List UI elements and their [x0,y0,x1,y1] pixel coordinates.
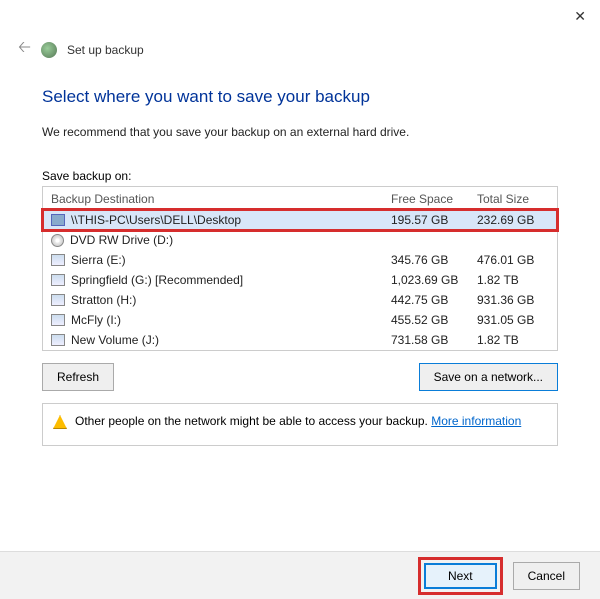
back-arrow-icon[interactable]: 🡠 [18,36,31,63]
window-title: Set up backup [67,43,144,57]
list-item[interactable]: Stratton (H:)442.75 GB931.36 GB [43,290,557,310]
row-name: DVD RW Drive (D:) [70,233,391,247]
footer-bar: Next Cancel [0,551,600,599]
disc-icon [51,234,64,247]
drive-icon [51,334,65,346]
row-name: Sierra (E:) [71,253,391,267]
list-item[interactable]: McFly (I:)455.52 GB931.05 GB [43,310,557,330]
row-total: 1.82 TB [477,273,549,287]
row-name: New Volume (J:) [71,333,391,347]
destination-list: Backup Destination Free Space Total Size… [42,186,558,351]
next-highlight: Next [418,557,503,595]
refresh-button[interactable]: Refresh [42,363,114,391]
close-icon[interactable]: ✕ [574,8,586,25]
col-name[interactable]: Backup Destination [51,192,391,206]
row-free: 195.57 GB [391,213,477,227]
more-info-link[interactable]: More information [431,414,521,428]
list-item[interactable]: \\THIS-PC\Users\DELL\Desktop195.57 GB232… [43,210,557,230]
row-free: 455.52 GB [391,313,477,327]
row-total: 476.01 GB [477,253,549,267]
header-bar: 🡠 Set up backup [0,0,600,71]
row-total: 232.69 GB [477,213,549,227]
save-on-network-button[interactable]: Save on a network... [419,363,558,391]
row-free: 345.76 GB [391,253,477,267]
row-name: Springfield (G:) [Recommended] [71,273,391,287]
page-heading: Select where you want to save your backu… [42,87,558,107]
drive-icon [51,274,65,286]
drive-icon [51,254,65,266]
list-item[interactable]: New Volume (J:)731.58 GB1.82 TB [43,330,557,350]
row-name: McFly (I:) [71,313,391,327]
list-item[interactable]: Springfield (G:) [Recommended]1,023.69 G… [43,270,557,290]
row-total: 931.36 GB [477,293,549,307]
row-name: Stratton (H:) [71,293,391,307]
computer-icon [51,214,65,226]
col-total[interactable]: Total Size [477,192,549,206]
warning-icon [53,415,67,429]
next-button[interactable]: Next [424,563,497,589]
warning-box: Other people on the network might be abl… [42,403,558,446]
row-total: 1.82 TB [477,333,549,347]
list-item[interactable]: DVD RW Drive (D:) [43,230,557,250]
save-on-label: Save backup on: [42,169,558,183]
row-free: 1,023.69 GB [391,273,477,287]
list-header: Backup Destination Free Space Total Size [43,187,557,210]
drive-icon [51,314,65,326]
list-item[interactable]: Sierra (E:)345.76 GB476.01 GB [43,250,557,270]
row-free: 731.58 GB [391,333,477,347]
warning-text: Other people on the network might be abl… [75,414,521,428]
row-free: 442.75 GB [391,293,477,307]
globe-icon [41,42,57,58]
row-total: 931.05 GB [477,313,549,327]
cancel-button[interactable]: Cancel [513,562,580,590]
col-free[interactable]: Free Space [391,192,477,206]
recommend-text: We recommend that you save your backup o… [42,125,558,139]
drive-icon [51,294,65,306]
row-name: \\THIS-PC\Users\DELL\Desktop [71,213,391,227]
